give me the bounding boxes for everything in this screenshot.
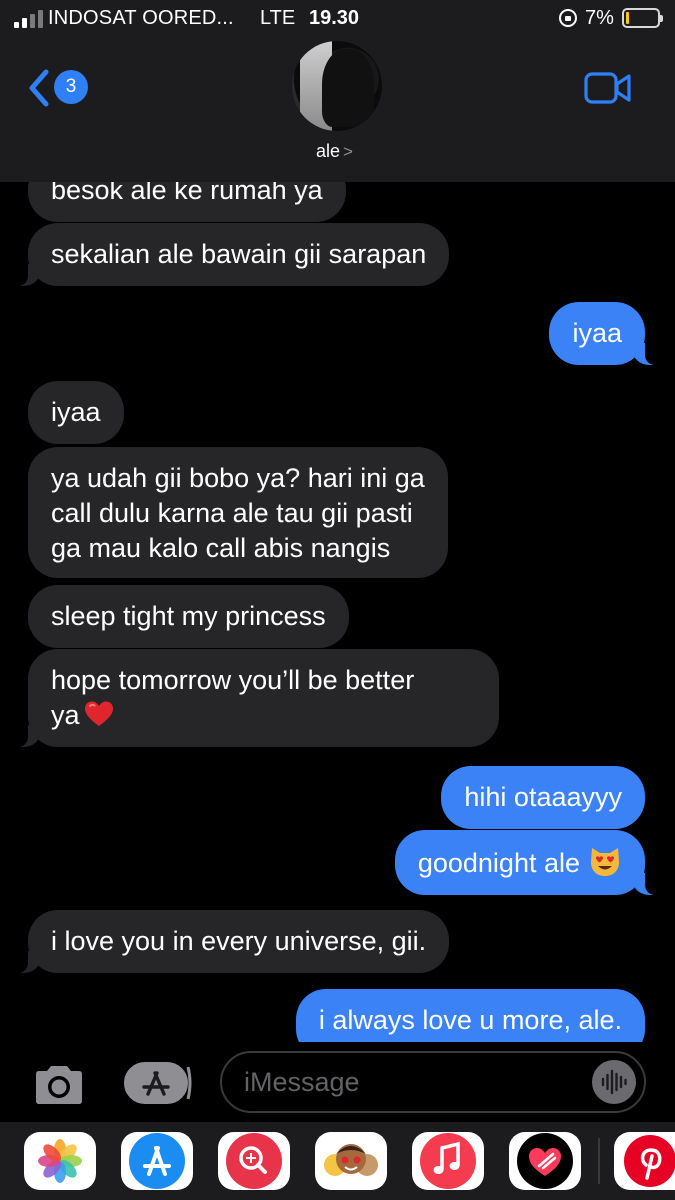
video-call-icon[interactable] [584, 71, 632, 105]
search-images-icon[interactable] [218, 1132, 290, 1190]
message-bubble-sent[interactable]: goodnight ale [394, 830, 656, 895]
carrier-name: INDOSAT OORED... [48, 7, 234, 29]
heart-eyes-cat-emoji-icon [591, 848, 619, 876]
unread-badge: 3 [54, 70, 88, 104]
message-line: ga mau kalo call abis nangis [51, 533, 391, 563]
chevron-left-icon [29, 69, 49, 107]
message-bubble-sent[interactable]: iyaa [549, 302, 655, 365]
message-text: goodnight ale [417, 848, 580, 878]
imessage-app-drawer [0, 1122, 675, 1200]
pinterest-icon[interactable] [614, 1132, 675, 1190]
message-bubble-received[interactable]: besok ale ke rumah ya [28, 182, 346, 222]
message-line-with-emoji: ya [51, 698, 476, 733]
message-bubble-received[interactable]: i love you in every universe, gii. [17, 910, 450, 973]
message-field[interactable] [220, 1051, 646, 1113]
message-line: ya udah gii bobo ya? hari ini ga [51, 463, 425, 493]
imessage-input[interactable] [244, 1065, 584, 1099]
message-line: hope tomorrow you’ll be better [51, 665, 415, 695]
digital-touch-icon[interactable] [509, 1132, 581, 1190]
message-line: call dulu karna ale tau gii pasti [51, 498, 413, 528]
contact-name-button[interactable]: ale > [316, 141, 353, 162]
waveform-icon [601, 1069, 627, 1095]
audio-message-button[interactable] [592, 1060, 636, 1104]
battery-icon [622, 8, 663, 28]
message-bubble-sent[interactable]: hihi otaaayyy [441, 766, 645, 829]
clock: 19.30 [309, 7, 360, 29]
message-bubble-received[interactable]: hope tomorrow you’ll be better ya [18, 649, 499, 747]
network-type: LTE [260, 7, 296, 29]
message-list[interactable]: besok ale ke rumah ya sekalian ale bawai… [0, 182, 675, 1042]
message-bubble-received[interactable]: iyaa [28, 381, 124, 444]
contact-avatar[interactable] [292, 41, 382, 131]
battery-percent: 7% [585, 7, 614, 29]
chevron-right-icon: > [343, 142, 353, 161]
photos-app-icon[interactable] [24, 1132, 96, 1190]
conversation-header: 3 ale > [0, 36, 675, 182]
signal-icon [14, 8, 46, 28]
message-bubble-received[interactable]: ya udah gii bobo ya? hari ini ga call du… [28, 447, 448, 578]
red-heart-emoji-icon [84, 701, 113, 726]
app-store-icon[interactable] [121, 1132, 193, 1190]
app-store-drawer-button[interactable] [124, 1062, 194, 1104]
contact-name: ale [316, 141, 341, 161]
message-bubble-sent[interactable]: i always love u more, ale. [295, 989, 645, 1042]
music-icon[interactable] [412, 1132, 484, 1190]
back-button[interactable]: 3 [26, 66, 96, 110]
memoji-stickers-icon[interactable] [315, 1132, 387, 1190]
status-bar: INDOSAT OORED... LTE 19.30 7% [0, 0, 675, 36]
camera-icon[interactable] [32, 1064, 86, 1106]
message-bubble-received[interactable]: sleep tight my princess [28, 585, 349, 648]
message-bubble-received[interactable]: sekalian ale bawain gii sarapan [17, 223, 450, 286]
compose-bar [0, 1042, 675, 1122]
message-line: ya [51, 700, 80, 730]
drawer-separator [598, 1138, 600, 1184]
orientation-lock-icon [559, 9, 577, 27]
